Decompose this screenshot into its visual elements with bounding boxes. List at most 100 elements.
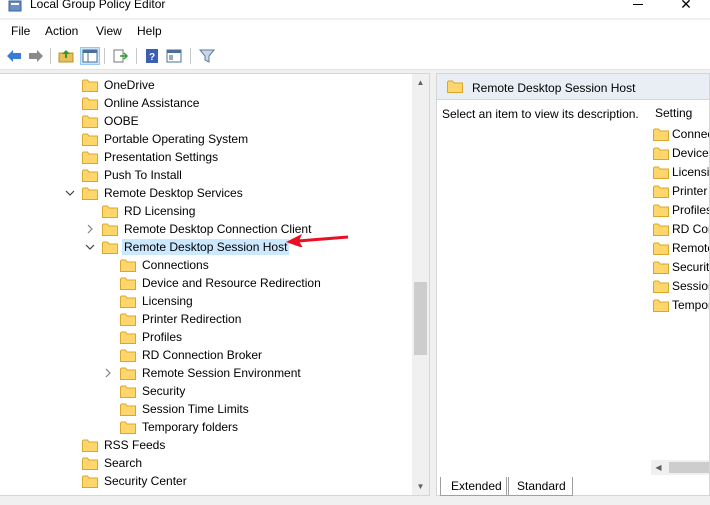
setting-item[interactable]: Session [653,277,709,295]
setting-item[interactable]: Device [653,144,709,162]
tree-expander[interactable] [102,367,114,379]
tree-expander[interactable] [84,223,96,235]
scroll-thumb[interactable] [669,462,709,473]
filter-button[interactable] [197,47,217,65]
tree-item[interactable]: RD Licensing [84,202,197,220]
tree-expander [102,385,114,397]
folder-icon [653,223,669,236]
scroll-up-arrow-icon[interactable]: ▲ [416,78,425,87]
setting-item[interactable]: Remote [653,239,709,257]
folder-icon [653,128,669,141]
properties-button[interactable] [164,47,184,65]
menu-view[interactable]: View [96,24,122,38]
setting-item[interactable]: Profiles [653,201,710,219]
svg-text:?: ? [149,52,155,63]
tree-item[interactable]: Security Center [64,472,189,490]
tree-item[interactable]: Portable Operating System [64,130,250,148]
tree-expander [102,331,114,343]
folder-icon [120,421,136,434]
setting-item[interactable]: RD Con [653,220,709,238]
scroll-left-arrow-icon[interactable]: ◀ [654,463,663,472]
tree-item-label: RD Licensing [124,204,196,218]
setting-item[interactable]: Tempor [653,296,709,314]
setting-column-header[interactable]: Setting [655,106,692,120]
tree-item[interactable]: Device and Resource Redirection [102,274,323,292]
setting-item-label: Printer [672,184,708,198]
tree-item[interactable]: Search [64,454,144,472]
tree-item-label: Printer Redirection [142,312,242,326]
tab-extended[interactable]: Extended [440,477,509,496]
menu-action[interactable]: Action [45,24,78,38]
tree-item-label: Connections [142,258,209,272]
tree-item[interactable]: OneDrive [64,76,157,94]
setting-item-label: Profiles [672,203,710,217]
setting-item-label: Connec [672,127,710,141]
tree-item[interactable]: Remote Desktop Services [64,184,245,202]
tree-item[interactable]: Temporary folders [102,418,240,436]
setting-item-label: Security [672,260,710,274]
tree-item-label: Device and Resource Redirection [142,276,321,290]
tree-item[interactable]: Presentation Settings [64,148,220,166]
details-title: Remote Desktop Session Host [472,81,636,95]
scroll-thumb[interactable] [414,282,427,355]
help-button[interactable]: ? [142,47,162,65]
tree-expander[interactable] [84,241,96,253]
tree-item-label: Security Center [104,474,187,488]
tree-item[interactable]: Push To Install [64,166,184,184]
tree-item[interactable]: RD Connection Broker [102,346,264,364]
tree-vertical-scrollbar[interactable]: ▲ ▼ [412,74,429,495]
chevron-down-icon [85,244,95,250]
tree-item[interactable]: Printer Redirection [102,310,243,328]
close-button[interactable]: ✕ [676,0,696,12]
setting-item-label: Session [672,279,709,293]
back-icon [7,50,21,62]
folder-icon [653,261,669,274]
setting-item[interactable]: Security [653,258,710,276]
tree-expander [102,277,114,289]
tree-expander[interactable] [64,187,76,199]
scroll-down-arrow-icon[interactable]: ▼ [416,482,425,491]
tree-item[interactable]: Remote Session Environment [102,364,303,382]
tree-item[interactable]: Connections [102,256,211,274]
folder-icon [653,147,669,160]
tree-expander [64,115,76,127]
tree-expander [64,457,76,469]
folder-icon [653,242,669,255]
tree-item[interactable]: Remote Desktop Session Host [84,238,290,256]
tree-item[interactable]: Profiles [102,328,184,346]
tree-item[interactable]: Remote Desktop Connection Client [84,220,313,238]
folder-icon [82,475,98,488]
tree-item[interactable]: RSS Feeds [64,436,167,454]
filter-icon [199,49,215,63]
toolbar: ? [0,42,710,70]
tree-item[interactable]: Security [102,382,187,400]
tree-item-label: Temporary folders [142,420,239,434]
tree-item-label: Online Assistance [104,96,200,110]
tree-item-label: Push To Install [104,168,182,182]
folder-icon [120,403,136,416]
tree-item[interactable]: Session Time Limits [102,400,251,418]
menu-file[interactable]: File [11,24,30,38]
forward-icon [29,50,43,62]
details-horizontal-scrollbar[interactable]: ◀ [651,460,709,475]
minimize-button[interactable] [629,0,649,12]
menu-help[interactable]: Help [137,24,162,38]
tree-item-label: Search [104,456,143,470]
window-title: Local Group Policy Editor [30,0,166,11]
tree-item-label: Session Time Limits [142,402,249,416]
tree-expander [102,421,114,433]
back-button[interactable] [4,47,24,65]
up-folder-button[interactable] [56,47,76,65]
tree-item[interactable]: Licensing [102,292,195,310]
setting-item[interactable]: Printer [653,182,707,200]
export-list-button[interactable] [110,47,130,65]
help-icon: ? [146,49,158,63]
tab-standard[interactable]: Standard [506,477,573,496]
show-hide-tree-button[interactable] [80,47,100,65]
setting-item[interactable]: Connec [653,125,710,143]
tree-item[interactable]: Online Assistance [64,94,201,112]
folder-icon [82,133,98,146]
tree-item[interactable]: OOBE [64,112,141,130]
setting-item[interactable]: Licensi [653,163,709,181]
forward-button[interactable] [26,47,46,65]
